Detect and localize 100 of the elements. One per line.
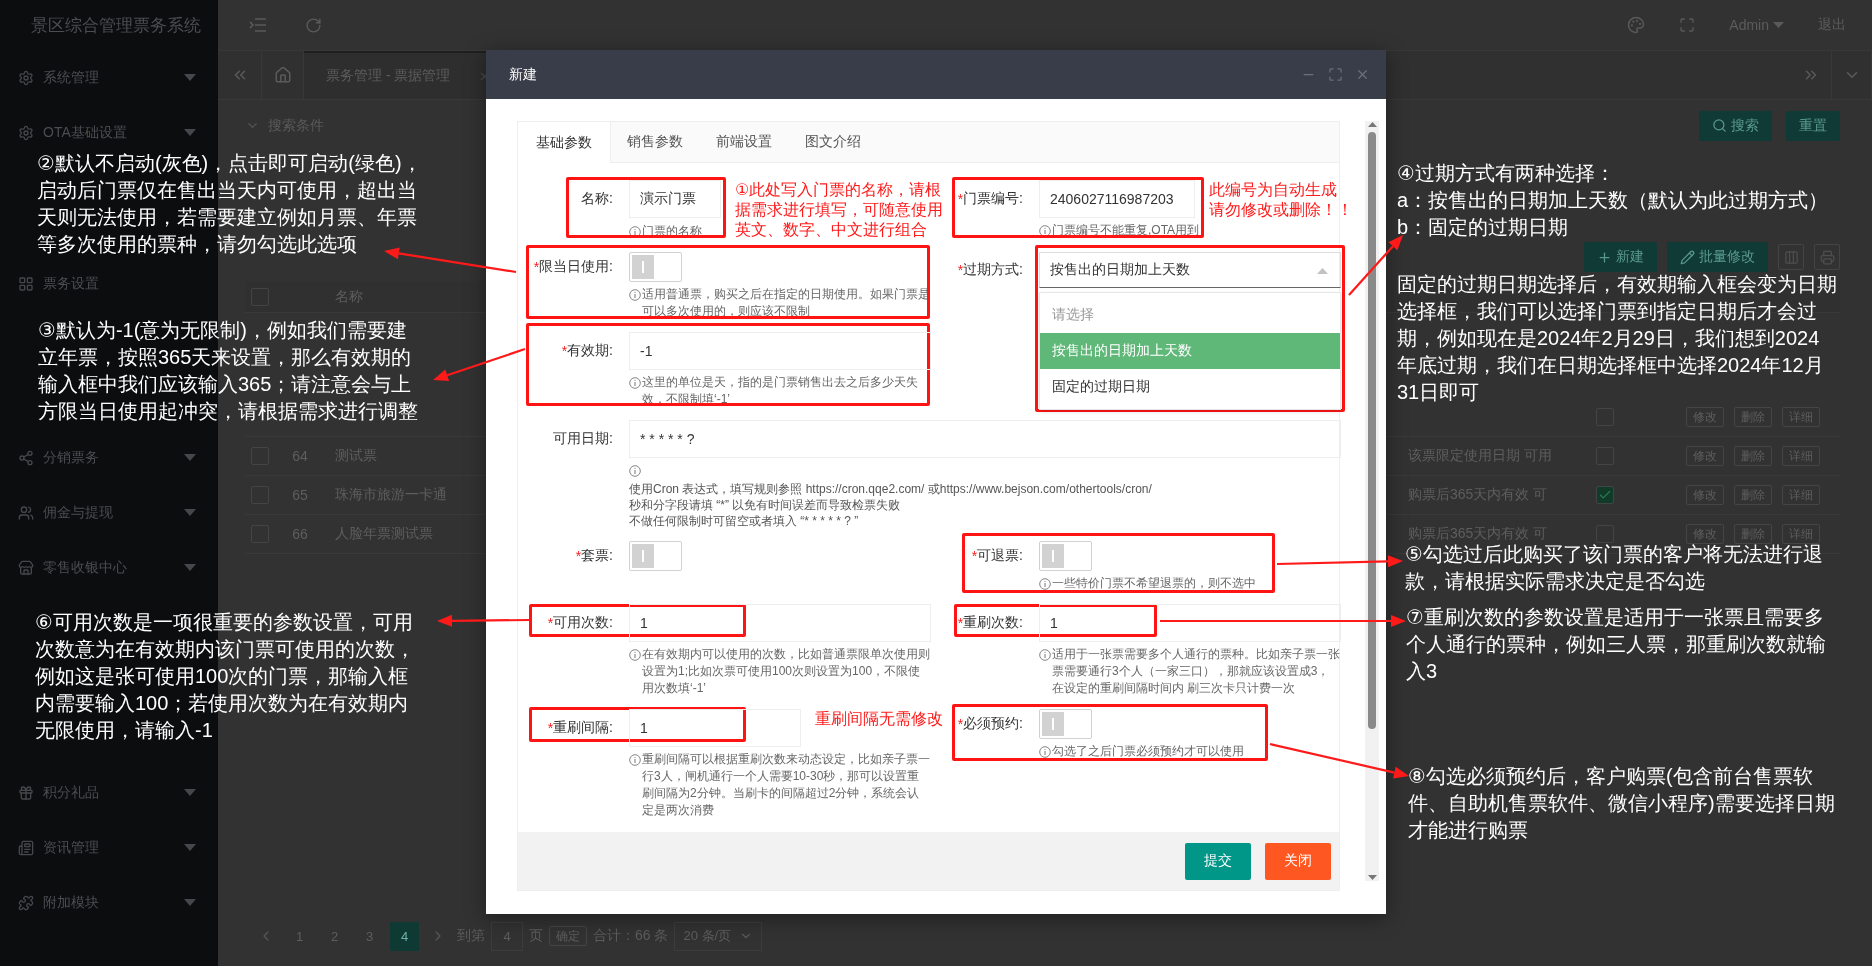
caret-icon bbox=[184, 898, 196, 907]
menu-icon[interactable] bbox=[249, 17, 267, 33]
columns-button[interactable] bbox=[1778, 244, 1804, 270]
palette-icon[interactable] bbox=[1627, 16, 1646, 34]
required-mark: * bbox=[957, 262, 964, 278]
annotation-text: ⑤勾选过后此购买了该门票的客户将无法进行退 款，请根据实际需求决定是否勾选 bbox=[1405, 542, 1823, 594]
text-field[interactable]: * * * * * ? bbox=[629, 420, 1341, 458]
caret-icon bbox=[1317, 266, 1328, 274]
toggle-switch[interactable] bbox=[629, 252, 682, 282]
caret-icon bbox=[184, 843, 196, 852]
caret-icon bbox=[184, 453, 196, 462]
scroll-down-icon[interactable] bbox=[1366, 874, 1378, 881]
field-label: 可退票: bbox=[977, 547, 1023, 565]
hint-text: 门票编号不能重复,OTA用到 bbox=[1052, 222, 1200, 239]
dialog-tab[interactable]: 基础参数 bbox=[518, 122, 611, 163]
grid-icon bbox=[18, 275, 34, 292]
required-mark: * bbox=[533, 259, 540, 275]
info-icon bbox=[629, 465, 641, 477]
hint-text: 秒和分字段请填 “*” 以免有时间误差而导致检票失败 bbox=[629, 497, 902, 513]
sidebar-item[interactable]: 分销票务 bbox=[0, 430, 218, 485]
info-icon bbox=[629, 377, 641, 389]
submit-button[interactable]: 提交 bbox=[1185, 842, 1251, 880]
hint-text: 重刷间隔可以根据重刷次数来动态设定，比如亲子票一行3人，闸机通行一个人需要10-30秒，那可以设置重刷间隔为2分钟。当刷卡的间隔超过2分钟，系统会认定是两次消费 bbox=[642, 751, 931, 819]
toggle-switch[interactable] bbox=[629, 541, 682, 571]
hint-text: 适用普通票，购买之后在指定的日期使用。如果门票是可以多次使用的，则应该不限制 bbox=[642, 286, 931, 320]
hint-text: 使用Cron 表达式，填写规则参照 https://cron.qqe2.com/ 或https://www.bejson.com/othertools/cron/ bbox=[629, 481, 1153, 497]
required-mark: * bbox=[957, 191, 964, 207]
required-mark: * bbox=[971, 548, 978, 564]
text-field[interactable]: 2406027116987203 bbox=[1039, 180, 1195, 218]
sidebar-item[interactable]: 零售收银中心 bbox=[0, 540, 218, 595]
sidebar-item[interactable]: 票务设置 bbox=[0, 262, 218, 305]
page-button[interactable]: 4 bbox=[390, 921, 419, 951]
hint-text: 适用于一张票需要多个人通行的票种。比如亲子票一张票需要通行3个人（一家三口），那就应该设置成3，在设定的重刷间隔时间内 刷三次卡只计费一次 bbox=[1052, 646, 1341, 697]
plus-icon bbox=[1597, 249, 1612, 265]
caret-icon bbox=[184, 563, 196, 572]
app-title: 景区综合管理票务系统 bbox=[30, 14, 202, 37]
info-icon bbox=[1039, 746, 1051, 758]
remark-text: ①此处写入门票的名称，请根 据需求进行填写，可随意使用 英文、数字、中文进行组合 bbox=[735, 180, 943, 240]
sidebar-item[interactable]: 资讯管理 bbox=[0, 820, 218, 875]
edit-button[interactable]: 批量修改 bbox=[1667, 242, 1768, 272]
toggle-switch[interactable] bbox=[1039, 709, 1092, 739]
info-icon bbox=[1039, 578, 1051, 590]
scroll-up-icon[interactable] bbox=[1366, 121, 1378, 128]
print-button[interactable] bbox=[1814, 244, 1840, 270]
pencil-icon bbox=[1680, 249, 1695, 265]
info-icon bbox=[629, 225, 641, 238]
check-icon bbox=[1598, 488, 1612, 502]
text-field[interactable]: 1 bbox=[629, 709, 801, 747]
printer-icon bbox=[1819, 249, 1835, 265]
scrollbar[interactable] bbox=[1365, 121, 1379, 881]
text-field[interactable]: 1 bbox=[1039, 604, 1341, 642]
required-mark: * bbox=[957, 615, 964, 631]
dialog-tab[interactable]: 图文介绍 bbox=[789, 122, 878, 162]
fullscreen-icon[interactable] bbox=[1679, 17, 1696, 33]
toggle-switch[interactable] bbox=[1039, 541, 1092, 571]
maximize-icon[interactable] bbox=[1328, 67, 1343, 82]
text-field[interactable]: 1 bbox=[629, 604, 931, 642]
caret-icon bbox=[184, 73, 196, 82]
field-label: 过期方式: bbox=[963, 261, 1023, 279]
refresh-icon[interactable] bbox=[305, 16, 322, 34]
sidebar-item[interactable]: 积分礼品 bbox=[0, 765, 218, 820]
search-button[interactable]: 搜索 bbox=[1699, 110, 1772, 141]
dialog-tab[interactable]: 销售参数 bbox=[611, 122, 700, 162]
add-button[interactable]: 新建 bbox=[1584, 242, 1657, 272]
text-field[interactable]: 演示门票 bbox=[629, 180, 721, 218]
info-icon bbox=[1039, 649, 1051, 661]
select-field[interactable]: 按售出的日期加上天数 bbox=[1039, 252, 1341, 288]
hint-text: 勾选了之后门票必须预约才可以使用 bbox=[1052, 743, 1244, 760]
info-icon bbox=[629, 649, 641, 661]
dialog-tab[interactable]: 前端设置 bbox=[700, 122, 789, 162]
sidebar-item[interactable]: 佣金与提现 bbox=[0, 485, 218, 540]
caret-icon bbox=[184, 788, 196, 797]
field-label: 套票: bbox=[581, 547, 613, 565]
required-mark: * bbox=[575, 548, 582, 564]
close-icon[interactable] bbox=[1355, 67, 1370, 82]
sidebar-item[interactable]: 附加模块 bbox=[0, 875, 218, 930]
field-label: 可用次数: bbox=[553, 614, 613, 632]
gear-icon bbox=[18, 124, 34, 141]
caret-icon bbox=[1773, 21, 1784, 29]
users-icon bbox=[18, 504, 34, 521]
sidebar-item[interactable]: 系统管理 bbox=[0, 50, 218, 105]
hint-text: 不做任何限制时可留空或者填入 “* * * * * ? ” bbox=[629, 513, 860, 529]
caret-icon bbox=[184, 508, 196, 517]
home-icon[interactable] bbox=[273, 66, 292, 84]
field-label: 门票编号: bbox=[963, 190, 1023, 208]
text-field[interactable]: -1 bbox=[629, 332, 931, 370]
gear-icon bbox=[18, 69, 34, 86]
gift-icon bbox=[18, 784, 34, 801]
checkbox[interactable] bbox=[1596, 486, 1614, 504]
reset-button[interactable]: 重置 bbox=[1786, 110, 1840, 141]
dropdown-option[interactable]: 固定的过期日期 bbox=[1040, 369, 1340, 405]
required-mark: * bbox=[547, 720, 554, 736]
columns-icon bbox=[1783, 249, 1799, 265]
store-icon bbox=[18, 559, 34, 576]
field-label: 名称: bbox=[581, 190, 613, 208]
dropdown-option[interactable]: 按售出的日期加上天数 bbox=[1040, 333, 1340, 369]
dropdown-option[interactable]: 请选择 bbox=[1040, 297, 1340, 333]
close-button[interactable]: 关闭 bbox=[1265, 842, 1331, 880]
annotation-text: ⑧勾选必须预约后，客户购票(包含前台售票软 件、自助机售票软件、微信小程序)需要选择日期 才能进行购票 bbox=[1408, 764, 1835, 843]
annotation-text: ⑦重刷次数的参数设置是适用于一张票且需要多 个人通行的票种，例如三人票，那重刷次数就输 入3 bbox=[1406, 605, 1826, 684]
